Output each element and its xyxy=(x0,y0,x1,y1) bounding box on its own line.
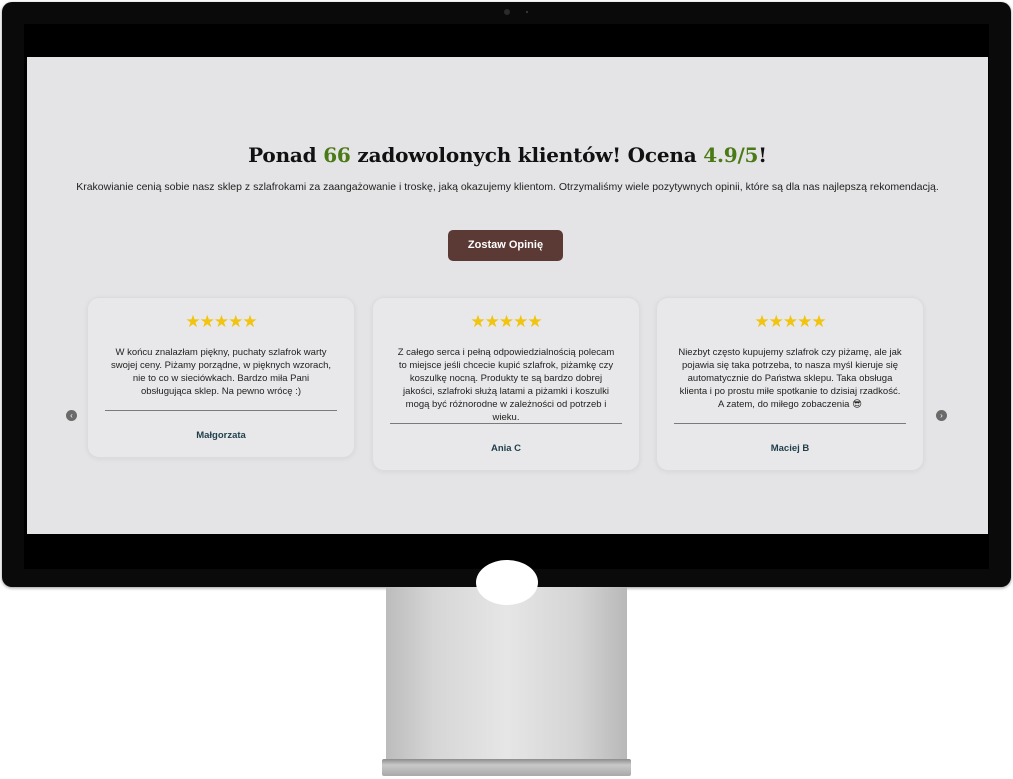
review-card: ★★★★★ Niezbyt często kupujemy szlafrok c… xyxy=(656,297,924,471)
stars-rating-icon: ★★★★★ xyxy=(470,312,542,331)
stand-cutout xyxy=(476,560,538,605)
intro-text: Krakowianie cenią sobie nasz sklep z szl… xyxy=(76,181,939,193)
monitor-base xyxy=(382,759,631,776)
rating-value: 4.9/5 xyxy=(703,143,759,167)
leave-review-button[interactable]: Zostaw Opinię xyxy=(448,230,563,261)
review-text: W końcu znalazłam piękny, puchaty szlafr… xyxy=(110,347,331,397)
stars-rating-icon: ★★★★★ xyxy=(185,312,257,331)
monitor-stand xyxy=(386,587,627,759)
title-prefix: Ponad xyxy=(248,143,324,167)
testimonials-section: Ponad 66 zadowolonych klientów! Ocena 4.… xyxy=(27,57,988,534)
carousel-prev-icon[interactable]: ‹ xyxy=(66,410,77,421)
card-divider xyxy=(390,423,622,424)
review-author: Małgorzata xyxy=(196,430,246,441)
review-text: Niezbyt często kupujemy szlafrok czy piż… xyxy=(678,347,902,410)
review-card: ★★★★★ Z całego serca i pełną odpowiedzia… xyxy=(372,297,640,471)
review-author: Maciej B xyxy=(770,443,810,454)
review-text: Z całego serca i pełną odpowiedzialności… xyxy=(397,347,615,423)
camera-sensor-icon xyxy=(526,11,528,13)
title-middle: zadowolonych klientów! Ocena xyxy=(350,143,704,167)
stars-rating-icon: ★★★★★ xyxy=(754,312,826,331)
monitor-screen: Ponad 66 zadowolonych klientów! Ocena 4.… xyxy=(24,24,989,569)
clients-count: 66 xyxy=(323,143,351,167)
title-suffix: ! xyxy=(758,143,767,167)
monitor-bezel: Ponad 66 zadowolonych klientów! Ocena 4.… xyxy=(2,2,1011,587)
review-author: Ania C xyxy=(490,443,522,454)
review-card: ★★★★★ W końcu znalazłam piękny, puchaty … xyxy=(87,297,355,458)
page-title: Ponad 66 zadowolonych klientów! Ocena 4.… xyxy=(27,143,988,167)
camera-icon xyxy=(504,9,510,15)
card-divider xyxy=(105,410,337,411)
card-divider xyxy=(674,423,906,424)
carousel-next-icon[interactable]: › xyxy=(936,410,947,421)
